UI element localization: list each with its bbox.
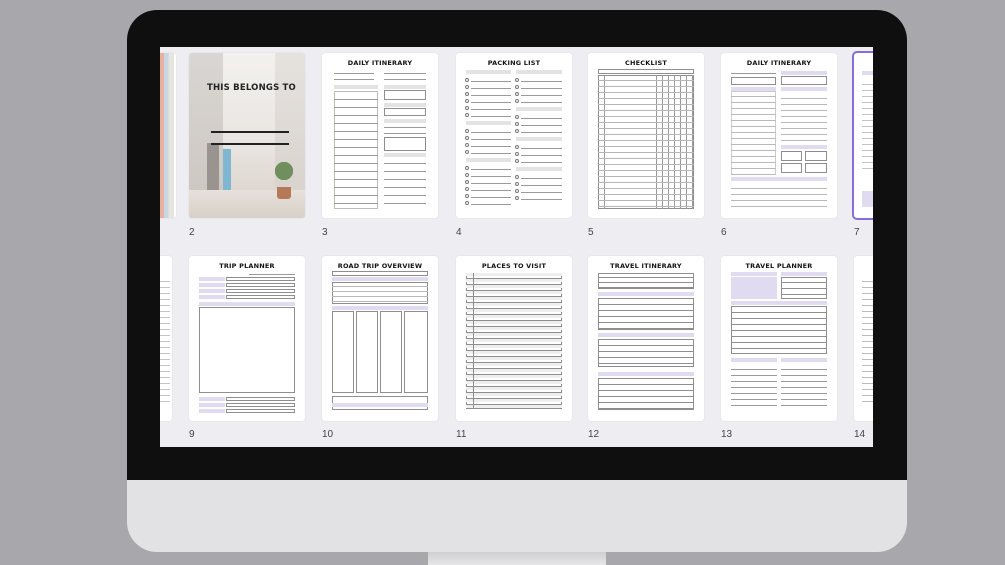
page-thumbnail-9[interactable]: TRIP PLANNER — [189, 256, 305, 421]
page-title: ROAD TRIP OVERVIEW — [337, 262, 423, 270]
page-number: 10 — [322, 429, 334, 440]
page-thumbnail-12[interactable]: TRAVEL ITINERARY — [588, 256, 704, 421]
page-thumbnail-2[interactable]: THIS BELONGS TO — [189, 53, 305, 218]
page-number: 7 — [854, 227, 860, 238]
page-number: 11 — [456, 429, 467, 440]
page-title: PACKING LIST — [487, 59, 541, 67]
page-thumbnail-5[interactable]: CHECKLIST — [588, 53, 704, 218]
cover-title: THIS BELONGS TO — [207, 83, 296, 93]
page-thumbnail-11[interactable]: PLACES TO VISIT — [456, 256, 572, 421]
page-thumbnail-4[interactable]: PACKING LIST — [456, 53, 572, 218]
page-title: TRIP PLANNER — [219, 262, 275, 270]
page-thumbnail-10[interactable]: ROAD TRIP OVERVIEW — [322, 256, 438, 421]
page-number: 14 — [854, 429, 866, 440]
page-thumbnail-1-partial[interactable] — [160, 53, 176, 218]
page-thumbnail-8-partial[interactable] — [160, 256, 172, 421]
page-thumbnail-14[interactable] — [854, 256, 873, 421]
page-title: DAILY ITINERARY — [347, 59, 413, 67]
page-thumbnail-13[interactable]: TRAVEL PLANNER — [721, 256, 837, 421]
page-number: 13 — [721, 429, 733, 440]
page-title: PLACES TO VISIT — [481, 262, 547, 270]
page-number: 9 — [189, 429, 195, 440]
page-number: 5 — [588, 227, 594, 238]
page-number: 2 — [189, 227, 195, 238]
monitor-chin — [127, 480, 907, 552]
page-title: DAILY ITINERARY — [746, 59, 812, 67]
page-title: TRAVEL PLANNER — [745, 262, 813, 270]
page-number: 4 — [456, 227, 462, 238]
page-thumbnail-6[interactable]: DAILY ITINERARY — [721, 53, 837, 218]
page-number: 3 — [322, 227, 328, 238]
page-number: 6 — [721, 227, 727, 238]
screen-page-grid: THIS BELONGS TO 2 DAILY ITINERARY 3 PACK… — [160, 47, 873, 447]
page-number: 12 — [588, 429, 600, 440]
page-title: CHECKLIST — [625, 59, 667, 67]
monitor-stand — [428, 552, 606, 565]
page-title: TRAVEL ITINERARY — [610, 262, 682, 270]
page-thumbnail-7-selected[interactable] — [852, 51, 873, 220]
page-thumbnail-3[interactable]: DAILY ITINERARY — [322, 53, 438, 218]
